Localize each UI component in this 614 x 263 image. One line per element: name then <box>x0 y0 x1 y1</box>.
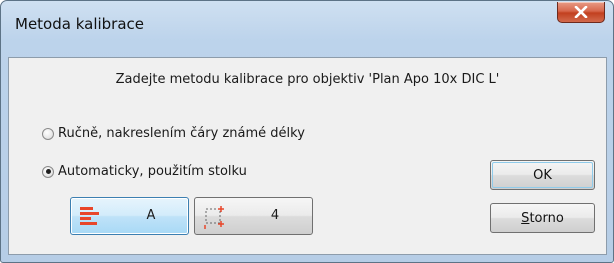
horizontal-bars-icon <box>80 207 99 225</box>
tool-a-label: A <box>146 208 156 223</box>
close-button[interactable] <box>557 2 605 23</box>
dotted-rectangle-icon <box>204 206 224 229</box>
radio-manual-circle[interactable] <box>42 127 54 140</box>
radio-automatic[interactable]: Automaticky, použitím stolku <box>42 164 247 179</box>
dialog-body: Zadejte metodu kalibrace pro objektiv 'P… <box>8 57 607 255</box>
tool-button-a[interactable]: A <box>70 197 189 235</box>
prompt-text: Zadejte metodu kalibrace pro objektiv 'P… <box>115 72 500 87</box>
tool-button-4[interactable]: 4 <box>194 197 313 235</box>
cancel-label-rest: torno <box>529 210 564 226</box>
ok-button[interactable]: OK <box>490 160 595 190</box>
radio-manual-label[interactable]: Ručně, nakreslením čáry známé délky <box>58 126 305 141</box>
dialog-window: Metoda kalibrace Zadejte metodu kalibrac… <box>0 0 614 263</box>
close-icon <box>574 6 588 18</box>
tool-4-label: 4 <box>270 208 280 223</box>
radio-manual[interactable]: Ručně, nakreslením čáry známé délky <box>42 126 305 141</box>
cancel-button[interactable]: Storno <box>490 203 595 233</box>
radio-selected-dot <box>45 169 51 174</box>
ok-label: OK <box>533 167 552 183</box>
window-title: Metoda kalibrace <box>15 15 145 33</box>
radio-automatic-circle[interactable] <box>42 165 54 178</box>
cancel-label: Storno <box>521 211 564 226</box>
radio-automatic-label[interactable]: Automaticky, použitím stolku <box>58 164 247 179</box>
title-bar[interactable]: Metoda kalibrace <box>1 1 613 53</box>
